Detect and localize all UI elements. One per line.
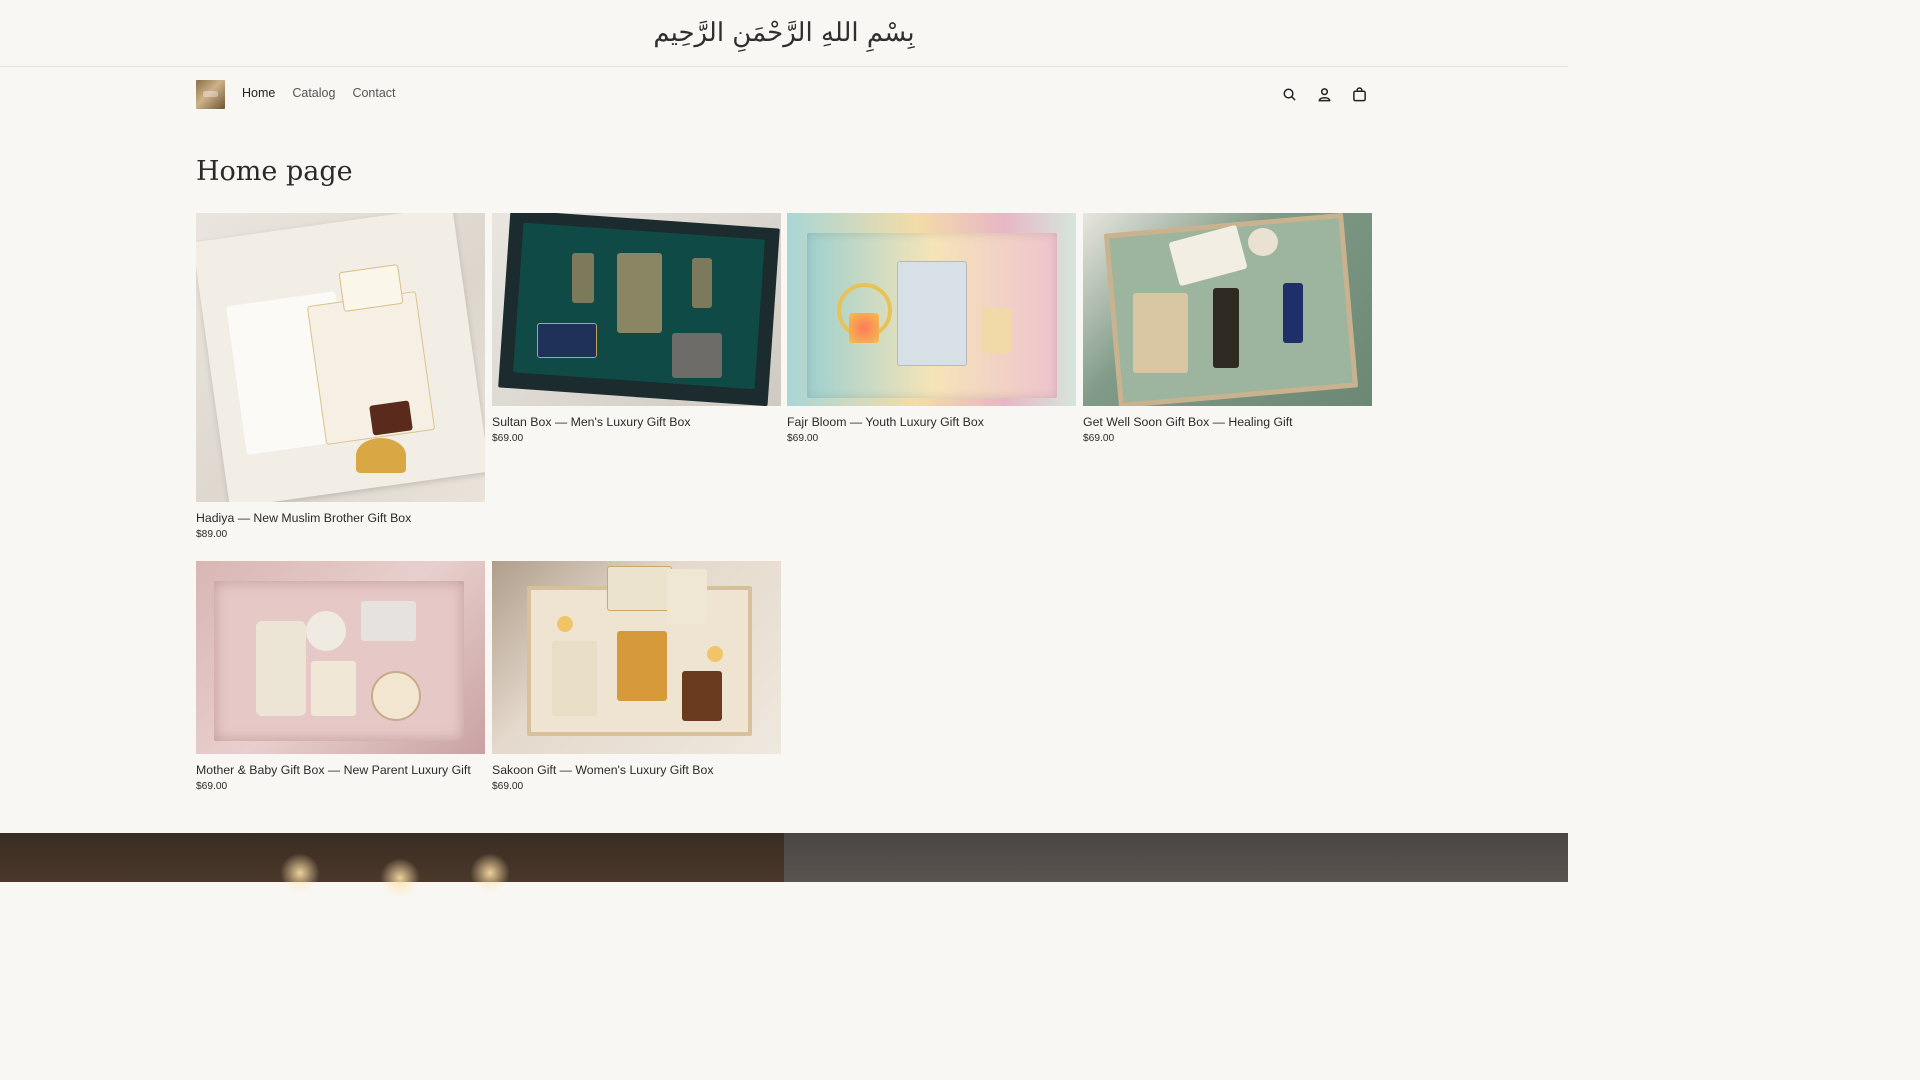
product-image[interactable] — [196, 561, 485, 754]
nav-link-home[interactable]: Home — [242, 86, 275, 100]
product-card[interactable]: Sultan Box — Men's Luxury Gift Box $69.0… — [492, 213, 781, 444]
bismillah-text: بِسْمِ اللهِ الرَّحْمَنِ الرَّحِيم — [653, 18, 915, 48]
product-card[interactable]: Sakoon Gift — Women's Luxury Gift Box $6… — [492, 561, 781, 792]
product-price: $69.00 — [492, 433, 524, 444]
product-card[interactable]: Get Well Soon Gift Box — Healing Gift $6… — [1083, 213, 1372, 444]
product-price: $69.00 — [492, 781, 524, 792]
site-header: Home Catalog Contact — [0, 67, 1568, 123]
account-icon[interactable] — [1314, 84, 1335, 105]
product-card[interactable]: Hadiya — New Muslim Brother Gift Box $89… — [196, 213, 485, 540]
nav-link-contact[interactable]: Contact — [352, 86, 395, 100]
product-title[interactable]: Fajr Bloom — Youth Luxury Gift Box — [787, 415, 1076, 429]
header-icons — [1279, 84, 1370, 105]
product-image[interactable] — [787, 213, 1076, 406]
main-menu: Home Catalog Contact — [242, 86, 396, 100]
product-image[interactable] — [492, 213, 781, 406]
product-card[interactable]: Mother & Baby Gift Box — New Parent Luxu… — [196, 561, 485, 792]
product-title[interactable]: Sultan Box — Men's Luxury Gift Box — [492, 415, 781, 429]
product-price: $69.00 — [1083, 433, 1115, 444]
promo-banner-right[interactable] — [784, 833, 1568, 882]
product-title[interactable]: Hadiya — New Muslim Brother Gift Box — [196, 511, 485, 525]
product-price: $89.00 — [196, 529, 228, 540]
page-title: Home page — [196, 156, 353, 187]
cart-icon[interactable] — [1349, 84, 1370, 105]
product-image[interactable] — [492, 561, 781, 754]
product-image[interactable] — [196, 213, 485, 502]
product-title[interactable]: Mother & Baby Gift Box — New Parent Luxu… — [196, 763, 485, 777]
product-card[interactable]: Fajr Bloom — Youth Luxury Gift Box $69.0… — [787, 213, 1076, 444]
product-price: $69.00 — [196, 781, 228, 792]
nav-link-catalog[interactable]: Catalog — [292, 86, 335, 100]
product-title[interactable]: Get Well Soon Gift Box — Healing Gift — [1083, 415, 1372, 429]
promo-banner-left[interactable] — [0, 833, 784, 898]
product-price: $69.00 — [787, 433, 819, 444]
announcement-bar: بِسْمِ اللهِ الرَّحْمَنِ الرَّحِيم — [0, 0, 1568, 67]
product-image[interactable] — [1083, 213, 1372, 406]
product-title[interactable]: Sakoon Gift — Women's Luxury Gift Box — [492, 763, 781, 777]
search-icon[interactable] — [1279, 84, 1300, 105]
store-logo[interactable] — [196, 80, 225, 109]
